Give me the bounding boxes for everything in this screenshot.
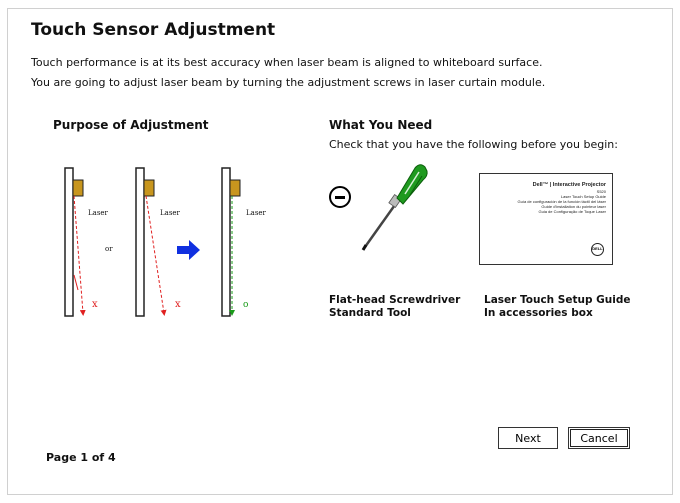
laser-reflect — [73, 274, 79, 291]
page-title: Touch Sensor Adjustment — [31, 20, 276, 40]
guide-label: Laser Touch Setup Guide In accessories b… — [484, 294, 630, 320]
laser-label: Laser — [88, 209, 109, 217]
guide-label-line2: In accessories box — [484, 307, 593, 319]
guide-cover-line: Guia de Configuração de Toque Laser — [538, 209, 606, 214]
page-indicator: Page 1 of 4 — [46, 451, 116, 464]
flat-head-screw-icon — [329, 186, 351, 208]
laser-beam — [73, 195, 86, 316]
screwdriver-label-line2: Standard Tool — [329, 307, 411, 319]
dell-logo-icon: DELL — [591, 243, 604, 256]
description-line-1: Touch performance is at its best accurac… — [31, 56, 543, 69]
screwdriver-label-line1: Flat-head Screwdriver — [329, 294, 461, 306]
diagram-panel-wrong-1: Laser or x — [64, 167, 113, 317]
laser-module — [229, 179, 241, 197]
diagram-panel-wrong-2: Laser x — [135, 167, 181, 317]
purpose-title: Purpose of Adjustment — [53, 118, 209, 132]
laser-label: Laser — [160, 209, 181, 217]
description-line-2: You are going to adjust laser beam by tu… — [31, 76, 546, 89]
screwdriver-label: Flat-head Screwdriver Standard Tool — [329, 294, 460, 320]
next-button[interactable]: Next — [498, 427, 558, 449]
laser-label: Laser — [246, 209, 267, 217]
diagram-panel-correct: Laser o — [221, 167, 267, 317]
whiteboard-edge — [135, 167, 145, 317]
laser-module — [143, 179, 155, 197]
flat-head-screwdriver-icon — [361, 164, 428, 251]
or-label: or — [105, 245, 113, 253]
whiteboard-edge — [64, 167, 74, 317]
guide-label-line1: Laser Touch Setup Guide — [484, 294, 631, 306]
laser-module — [72, 179, 84, 197]
whiteboard-edge — [221, 167, 231, 317]
wrong-mark: x — [175, 299, 181, 310]
what-you-need-title: What You Need — [329, 118, 433, 132]
cancel-button[interactable]: Cancel — [568, 427, 630, 449]
setup-guide-icon: Dell™ | Interactive Projector S520 Laser… — [479, 173, 613, 265]
wrong-mark: x — [92, 299, 98, 310]
what-you-need-subtitle: Check that you have the following before… — [329, 138, 618, 151]
adjustment-diagram: Laser or x Laser x Laser o — [64, 167, 267, 317]
guide-cover-title: Dell™ | Interactive Projector — [532, 182, 606, 188]
transition-arrow-icon — [177, 240, 200, 260]
right-mark: o — [243, 300, 248, 310]
